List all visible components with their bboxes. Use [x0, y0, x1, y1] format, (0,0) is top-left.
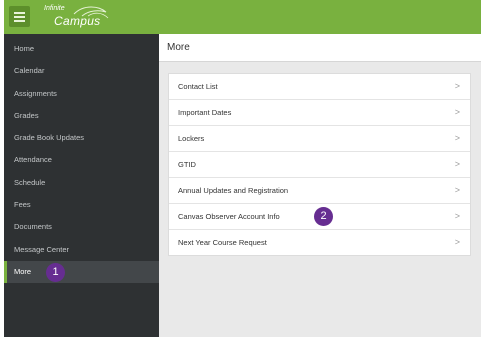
list-item-gtid[interactable]: GTID > — [169, 152, 470, 178]
logo-text-infinite: Infinite — [44, 5, 65, 12]
more-options-list: Contact List > Important Dates > Lockers… — [168, 73, 471, 256]
menu-icon — [14, 12, 25, 14]
sidebar-item-message-center[interactable]: Message Center — [4, 239, 159, 261]
step-badge-2: 2 — [314, 207, 333, 226]
list-item-canvas-observer[interactable]: Canvas Observer Account Info 2 > — [169, 204, 470, 230]
infinite-campus-logo: Infinite Campus — [44, 4, 114, 30]
list-item-important-dates[interactable]: Important Dates > — [169, 100, 470, 126]
sidebar-item-home[interactable]: Home — [4, 38, 159, 60]
sidebar-nav: Home Calendar Assignments Grades Grade B… — [4, 38, 159, 284]
chevron-right-icon: > — [454, 81, 460, 91]
sidebar: Home Calendar Assignments Grades Grade B… — [4, 34, 159, 337]
main-content: More Contact List > Important Dates > Lo… — [159, 34, 481, 337]
sidebar-item-calendar[interactable]: Calendar — [4, 60, 159, 82]
step-badge-1: 1 — [46, 262, 65, 282]
sidebar-item-label: More — [14, 266, 32, 276]
sidebar-item-documents[interactable]: Documents — [4, 216, 159, 238]
list-item-contact-list[interactable]: Contact List > — [169, 74, 470, 100]
sidebar-item-grade-book-updates[interactable]: Grade Book Updates — [4, 127, 159, 149]
sidebar-item-fees[interactable]: Fees — [4, 194, 159, 216]
page-header: More — [159, 34, 481, 62]
chevron-right-icon: > — [454, 237, 460, 247]
list-item-annual-updates[interactable]: Annual Updates and Registration > — [169, 178, 470, 204]
sidebar-item-grades[interactable]: Grades — [4, 105, 159, 127]
chevron-right-icon: > — [454, 211, 460, 221]
chevron-right-icon: > — [454, 133, 460, 143]
sidebar-item-attendance[interactable]: Attendance — [4, 149, 159, 171]
top-bar: Infinite Campus — [4, 0, 481, 34]
logo-text-campus: Campus — [54, 14, 101, 28]
page-title: More — [167, 42, 190, 53]
chevron-right-icon: > — [454, 185, 460, 195]
sidebar-item-assignments[interactable]: Assignments — [4, 83, 159, 105]
sidebar-item-more[interactable]: More 1 — [4, 260, 159, 284]
sidebar-item-schedule[interactable]: Schedule — [4, 172, 159, 194]
list-item-next-year-course-request[interactable]: Next Year Course Request > — [169, 230, 470, 256]
chevron-right-icon: > — [454, 159, 460, 169]
hamburger-menu-button[interactable] — [9, 6, 30, 27]
list-item-lockers[interactable]: Lockers > — [169, 126, 470, 152]
chevron-right-icon: > — [454, 107, 460, 117]
